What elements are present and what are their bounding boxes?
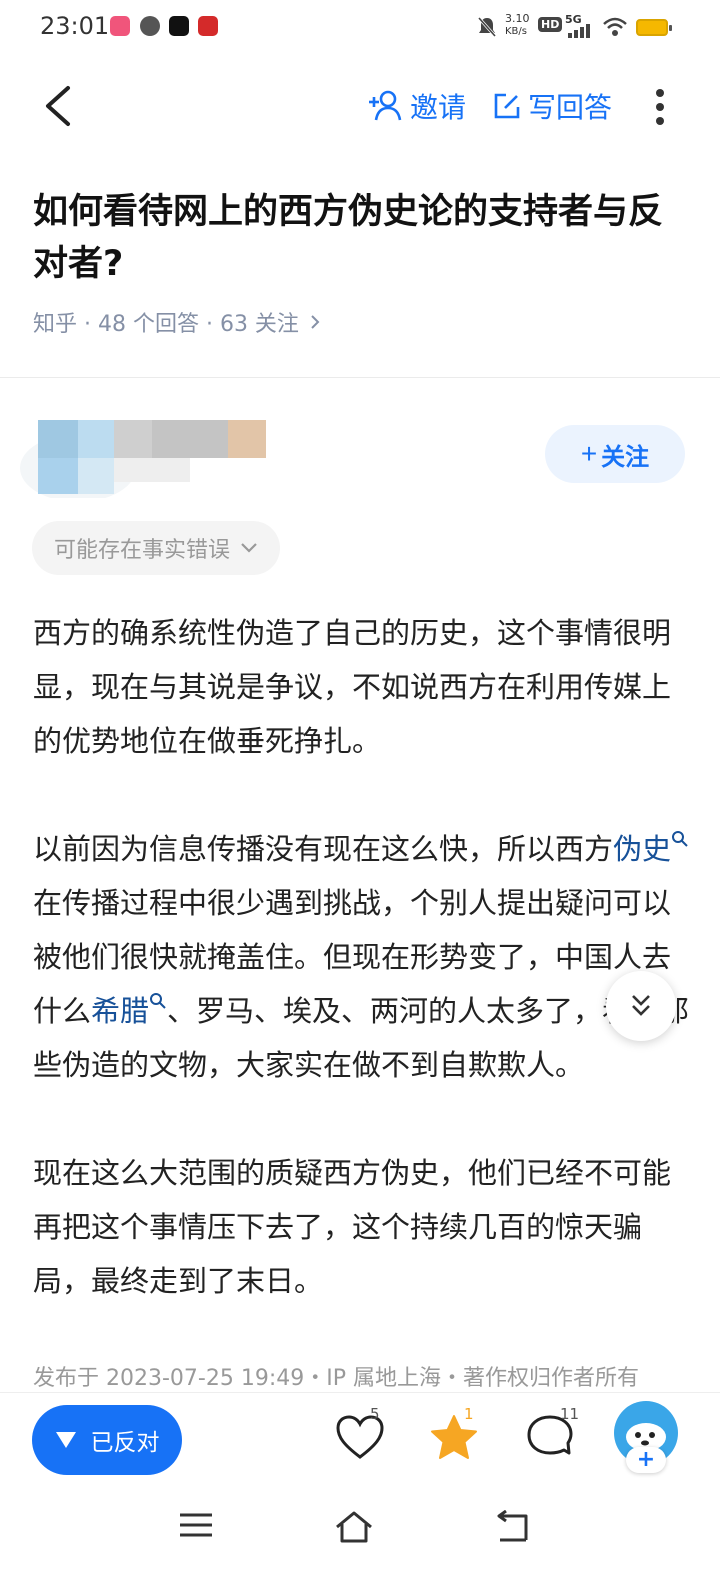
keyword-link-greece[interactable]: 希腊 bbox=[91, 994, 149, 1028]
author-avatar-blurred[interactable] bbox=[18, 418, 278, 498]
battery-icon bbox=[636, 19, 672, 36]
divider bbox=[0, 377, 720, 378]
news-app-icon bbox=[198, 16, 218, 36]
chevron-down-icon bbox=[241, 543, 257, 553]
wifi-icon bbox=[603, 17, 627, 36]
douyin-icon bbox=[169, 16, 189, 36]
follow-label: 关注 bbox=[601, 443, 650, 471]
write-answer-button[interactable]: 写回答 bbox=[492, 86, 612, 126]
speed-value: 3.10 bbox=[505, 12, 530, 25]
comment-count: 11 bbox=[560, 1405, 580, 1423]
add-person-icon bbox=[369, 90, 402, 121]
double-chevron-down-icon bbox=[632, 995, 650, 1016]
more-icon[interactable] bbox=[652, 88, 668, 126]
publish-info: 发布于 2023-07-25 19:49・IP 属地上海・著作权归作者所有 bbox=[33, 1366, 639, 1391]
add-icon[interactable]: + bbox=[626, 1447, 666, 1473]
opposed-label: 已反对 bbox=[90, 1429, 160, 1455]
plus-icon: + bbox=[580, 438, 598, 469]
keyword-link-fake-history[interactable]: 伪史 bbox=[613, 832, 671, 866]
answer-content: 西方的确系统性伪造了自己的历史，这个事情很明显，现在与其说是争议，不如说西方在利… bbox=[33, 606, 693, 1362]
triangle-down-icon bbox=[55, 1432, 76, 1448]
status-time: 23:01 bbox=[40, 12, 110, 40]
action-bar: 已反对 5 1 11 + bbox=[0, 1392, 720, 1493]
like-count: 5 bbox=[370, 1405, 380, 1423]
invite-button[interactable]: 邀请 bbox=[368, 86, 466, 126]
favorite-count: 1 bbox=[464, 1405, 474, 1423]
question-meta[interactable]: 知乎 · 48 个回答 · 63 关注 bbox=[33, 306, 323, 338]
fact-warning-tag[interactable]: 可能存在事实错误 bbox=[32, 521, 281, 575]
favorite-button[interactable]: 1 bbox=[428, 1405, 488, 1473]
signal-icon bbox=[568, 24, 590, 38]
write-answer-label: 写回答 bbox=[528, 91, 613, 124]
back-nav-icon[interactable] bbox=[494, 1509, 538, 1546]
speed-unit: KB/s bbox=[505, 26, 527, 37]
follow-button[interactable]: + 关注 bbox=[545, 425, 685, 483]
search-icon bbox=[150, 993, 166, 1009]
paragraph: 现在这么大范围的质疑西方伪史，他们已经不可能再把这个事情压下去了，这个持续几百的… bbox=[33, 1156, 672, 1298]
edit-icon bbox=[494, 93, 520, 119]
zhihu-icon bbox=[140, 16, 160, 36]
paragraph: 以前因为信息传播没有现在这么快，所以西方伪史在传播过程中很少遇到挑战，个别人提出… bbox=[33, 822, 693, 1092]
like-button[interactable]: 5 bbox=[334, 1405, 394, 1473]
home-icon[interactable] bbox=[334, 1510, 378, 1546]
app-icon-red bbox=[110, 16, 130, 36]
question-meta-text: 知乎 · 48 个回答 · 63 关注 bbox=[33, 312, 299, 337]
fact-warning-label: 可能存在事实错误 bbox=[54, 538, 231, 563]
question-title[interactable]: 如何看待网上的西方伪史论的支持者与反对者? bbox=[33, 186, 683, 290]
mute-icon bbox=[477, 17, 497, 37]
status-bar: 23:01 3.10 KB/s HD 5G bbox=[0, 0, 720, 56]
hd-badge: HD bbox=[538, 17, 563, 32]
search-icon bbox=[672, 831, 688, 847]
menu-icon[interactable] bbox=[178, 1510, 222, 1546]
paragraph: 西方的确系统性伪造了自己的历史，这个事情很明显，现在与其说是争议，不如说西方在利… bbox=[33, 616, 672, 758]
text-span: 以前因为信息传播没有现在这么快，所以西方 bbox=[33, 832, 614, 866]
system-nav-bar bbox=[0, 1492, 720, 1592]
next-answer-button[interactable] bbox=[606, 971, 676, 1041]
invite-label: 邀请 bbox=[410, 91, 467, 124]
chevron-right-icon bbox=[311, 315, 320, 329]
comment-button[interactable]: 11 bbox=[524, 1405, 584, 1473]
back-icon[interactable] bbox=[40, 84, 80, 128]
opposed-button[interactable]: 已反对 bbox=[32, 1405, 182, 1475]
